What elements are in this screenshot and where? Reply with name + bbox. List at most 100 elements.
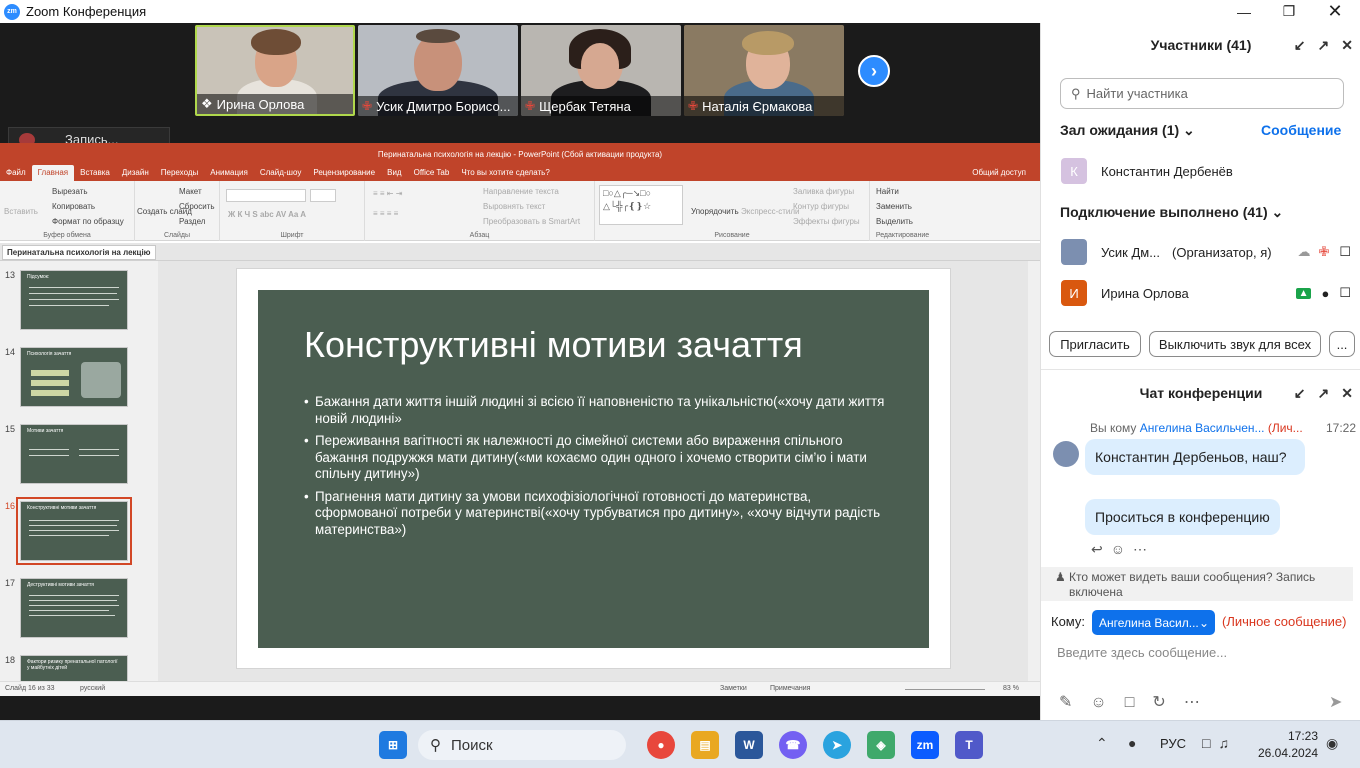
slide-thumbnail[interactable]: Мотиви зачаття [20,424,128,484]
language-indicator[interactable]: РУС [1160,736,1186,751]
connected-header[interactable]: Подключение выполнено (41) ⌄ [1060,204,1283,221]
close-icon[interactable]: ✕ [1341,37,1353,54]
tab-design[interactable]: Дизайн [116,165,155,181]
chat-message[interactable]: Проситься в конференцию [1085,499,1280,535]
tab-transitions[interactable]: Переходы [155,165,205,181]
tab-insert[interactable]: Вставка [74,165,116,181]
send-icon[interactable]: ➤ [1329,692,1342,712]
minimize-button[interactable]: — [1221,0,1267,23]
tell-me-search[interactable]: Что вы хотите сделать? [455,165,555,181]
camera-icon[interactable]: ☐ [1339,244,1351,260]
copy-button[interactable]: Копировать [52,202,95,211]
teams-icon[interactable]: T [955,731,983,759]
slide-thumbnail[interactable]: Психологія зачаття [20,347,128,407]
collapse-icon[interactable]: ↙ [1294,385,1306,402]
mic-icon[interactable]: ● [1321,286,1329,301]
shape-outline-button[interactable]: Контур фигуры [793,202,849,211]
camera-icon[interactable]: ☐ [1339,285,1351,301]
maps-icon[interactable]: ◈ [867,731,895,759]
collapse-icon[interactable]: ↙ [1294,37,1306,54]
reset-button[interactable]: Сбросить [179,202,215,211]
system-tray-icons[interactable]: □♫ [1202,735,1237,751]
language-indicator[interactable]: русский [80,685,105,692]
document-tab[interactable]: Перинатальна психологія на лекцію [2,245,156,260]
maximize-button[interactable]: ❐ [1266,0,1312,23]
close-button[interactable]: ✕ [1312,0,1358,23]
file-explorer-icon[interactable]: ▤ [691,731,719,759]
font-format-icons[interactable]: Ж К Ч S abc AV Aa A [228,210,306,219]
tab-file[interactable]: Файл [0,165,32,181]
taskbar-search[interactable]: ⚲ Поиск [418,730,626,760]
tab-review[interactable]: Рецензирование [307,165,381,181]
find-button[interactable]: Найти [876,187,899,196]
layout-button[interactable]: Макет [179,187,202,196]
align-text-button[interactable]: Выровнять текст [483,202,545,211]
tab-view[interactable]: Вид [381,165,407,181]
chrome-icon[interactable]: ● [647,731,675,759]
muted-mic-icon[interactable]: ✙ [1318,244,1329,260]
participant-row[interactable]: К Константин Дербенёв [1061,157,1351,185]
tab-home[interactable]: Главная [31,165,75,181]
video-tile[interactable]: ✙ Щербак Тетяна [521,25,681,116]
recipient-dropdown[interactable]: Ангелина Васил... ⌄ [1092,610,1215,635]
chat-toolbar[interactable]: ✎☺□↻⋯ [1059,692,1218,712]
participant-row[interactable]: Усик Дм... (Организатор, я) ☁ ✙ ☐ [1061,238,1351,266]
chat-message[interactable]: Константин Дербеньов, наш? [1085,439,1305,475]
close-icon[interactable]: ✕ [1341,385,1353,402]
mute-all-button[interactable]: Выключить звук для всех [1149,331,1321,357]
more-button[interactable]: ... [1329,331,1355,357]
slide-thumbnail-selected[interactable]: Конструктивні мотиви зачаття [16,497,132,565]
align-icons[interactable]: ≡ ≡ ≡ ≡ [373,209,398,218]
waiting-room-header[interactable]: Зал ожидания (1) ⌄ [1060,122,1195,139]
participant-search-input[interactable]: ⚲ Найти участника [1060,78,1344,109]
windows-start-icon[interactable]: ⊞ [379,731,407,759]
visibility-notice[interactable]: ♟ Кто может видеть ваши сообщения? Запис… [1055,570,1353,600]
chevron-up-icon[interactable]: ⌃ [1096,735,1108,752]
clock-time[interactable]: 17:23 [1258,729,1318,743]
slide-scrollbar[interactable] [1028,261,1040,681]
word-icon[interactable]: W [735,731,763,759]
participant-row[interactable]: И Ирина Орлова ▲ ● ☐ [1061,279,1351,307]
shape-effects-button[interactable]: Эффекты фигуры [793,217,860,226]
share-button[interactable]: Общий доступ [966,165,1032,181]
zoom-level[interactable]: 83 % [1003,685,1019,692]
select-button[interactable]: Выделить [876,217,913,226]
tab-slideshow[interactable]: Слайд-шоу [254,165,307,181]
replace-button[interactable]: Заменить [876,202,912,211]
telegram-icon[interactable]: ➤ [823,731,851,759]
video-tile[interactable]: ❖ Ирина Орлова [195,25,355,116]
section-button[interactable]: Раздел [179,217,205,226]
smartart-button[interactable]: Преобразовать в SmartArt [483,217,580,226]
chat-input[interactable]: Введите здесь сообщение... [1057,645,1227,660]
invite-button[interactable]: Пригласить [1049,331,1141,357]
shape-fill-button[interactable]: Заливка фигуры [793,187,854,196]
slide-thumbnail[interactable]: Деструктивні мотиви зачаття [20,578,128,638]
format-painter-button[interactable]: Формат по образцу [52,217,124,226]
tab-animations[interactable]: Анимация [204,165,254,181]
video-tile[interactable]: ✙ Усик Дмитро Борисо... [358,25,518,116]
reaction-icons[interactable]: ↩☺⋯ [1091,541,1155,558]
zoom-icon[interactable]: zm [911,731,939,759]
notification-icon[interactable]: ◉ [1326,735,1338,752]
font-name-box[interactable] [226,189,306,202]
next-videos-button[interactable]: › [858,55,890,87]
clock-date[interactable]: 26.04.2024 [1258,746,1318,760]
shapes-gallery[interactable]: □○△╭─↘□○ △└╬╭❴❵☆ [599,185,683,225]
popout-icon[interactable]: ↗ [1318,385,1330,402]
text-direction-button[interactable]: Направление текста [483,187,559,196]
notes-button[interactable]: Заметки [720,685,747,692]
quick-styles-button[interactable]: Экспресс-стили [741,207,800,216]
slide-thumbnail[interactable]: Фактори ризику пренатальної патології у … [20,655,128,681]
microphone-icon[interactable]: ● [1128,735,1136,751]
viber-icon[interactable]: ☎ [779,731,807,759]
tab-office-tab[interactable]: Office Tab [408,165,456,181]
comments-button[interactable]: Примечания [770,685,810,692]
paste-button[interactable]: Вставить [4,207,38,216]
cut-button[interactable]: Вырезать [52,187,88,196]
slide-thumbnail[interactable]: Підсумок: [20,270,128,330]
popout-icon[interactable]: ↗ [1318,37,1330,54]
current-slide[interactable]: Конструктивні мотиви зачаття Бажання дат… [258,290,929,648]
arrange-button[interactable]: Упорядочить [691,207,739,216]
video-tile[interactable]: ✙ Наталія Єрмакова [684,25,844,116]
font-size-box[interactable] [310,189,336,202]
